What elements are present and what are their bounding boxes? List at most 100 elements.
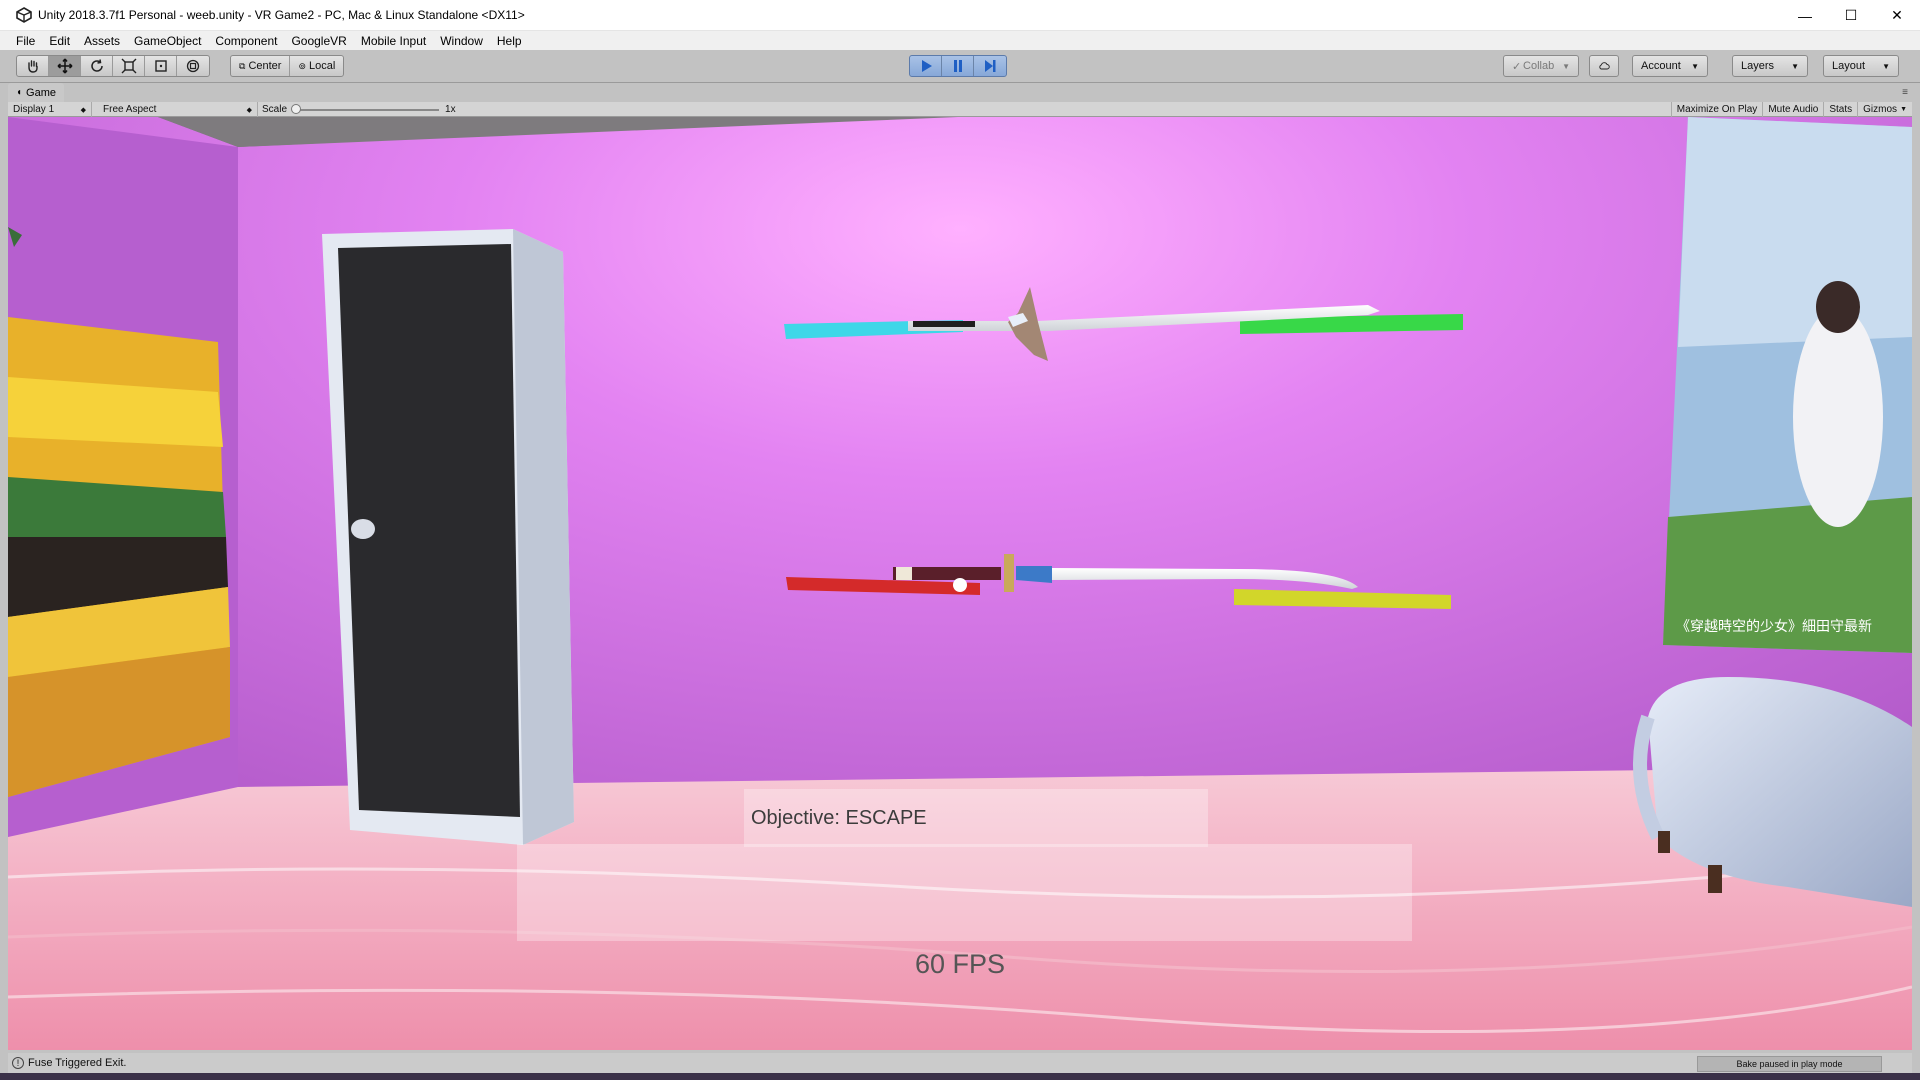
display-dropdown[interactable]: Display 1 ◆ (8, 102, 92, 117)
menu-assets[interactable]: Assets (77, 34, 127, 48)
game-tab-row: ◖ Game ≡ (8, 83, 1912, 102)
os-taskbar-edge (0, 1073, 1920, 1080)
window-title: Unity 2018.3.7f1 Personal - weeb.unity -… (38, 8, 525, 22)
cloud-button[interactable] (1589, 55, 1619, 77)
pivot-local-label: Local (309, 60, 336, 72)
pivot-local-button[interactable]: ⊚ Local (290, 56, 343, 76)
lower-sword-guard (1004, 554, 1014, 592)
tab-game[interactable]: ◖ Game (8, 83, 65, 102)
chair-leg-2 (1708, 865, 1722, 893)
game-view-toolbar: Display 1 ◆ Free Aspect ◆ Scale 1x Maxim… (8, 102, 1912, 117)
menu-bar: File Edit Assets GameObject Component Go… (0, 31, 1920, 50)
gaze-reticle (953, 578, 967, 592)
scale-value: 1x (445, 104, 456, 115)
play-icon (921, 60, 932, 72)
rotate-tool-button[interactable] (81, 56, 113, 76)
scale-icon (121, 58, 136, 74)
window-titlebar: Unity 2018.3.7f1 Personal - weeb.unity -… (0, 0, 1920, 31)
display-caret-icon: ◆ (80, 106, 86, 114)
aspect-label: Free Aspect (103, 104, 157, 115)
layers-caret-icon: ▼ (1791, 61, 1799, 71)
collab-label: Collab (1523, 60, 1555, 72)
layout-dropdown[interactable]: Layout ▼ (1823, 55, 1899, 77)
gizmos-dropdown[interactable]: Gizmos ▼ (1857, 102, 1912, 117)
right-poster-figure-head (1816, 281, 1860, 333)
menu-googlevr[interactable]: GoogleVR (284, 34, 353, 48)
tab-menu-icon[interactable]: ≡ (1902, 87, 1908, 98)
step-icon (985, 60, 996, 72)
account-label: Account (1641, 60, 1681, 72)
menu-gameobject[interactable]: GameObject (127, 34, 208, 48)
maximize-button[interactable]: ☐ (1828, 0, 1874, 31)
transform-icon (186, 59, 200, 73)
cloud-icon (1599, 62, 1610, 70)
rect-tool-button[interactable] (145, 56, 177, 76)
pause-button[interactable] (942, 56, 974, 76)
pivot-local-icon: ⊚ (298, 60, 307, 71)
pivot-center-icon: ⧉ (239, 60, 246, 71)
chair-leg (1658, 831, 1670, 853)
door-knob[interactable] (351, 519, 375, 539)
objective-text: Objective: ESCAPE (751, 806, 927, 829)
layers-label: Layers (1741, 60, 1775, 72)
play-button[interactable] (910, 56, 942, 76)
fps-counter: 60 FPS (914, 949, 1006, 979)
scale-slider[interactable] (291, 103, 440, 114)
aspect-dropdown[interactable]: Free Aspect ◆ (98, 102, 258, 117)
unity-logo-icon (16, 7, 32, 23)
hand-tool-button[interactable] (17, 56, 49, 76)
account-caret-icon: ▼ (1691, 61, 1699, 71)
menu-window[interactable]: Window (433, 34, 490, 48)
right-poster-figure (1793, 307, 1883, 527)
scale-tool-button[interactable] (113, 56, 145, 76)
menu-component[interactable]: Component (208, 34, 284, 48)
step-button[interactable] (974, 56, 1006, 76)
mute-audio-toggle[interactable]: Mute Audio (1762, 102, 1823, 117)
game-viewport[interactable]: 《穿越時空的少女》細田守最新 Objective: ESCAPE 60 FPS (8, 117, 1912, 1050)
aspect-caret-icon: ◆ (246, 106, 252, 114)
menu-edit[interactable]: Edit (42, 34, 77, 48)
menu-mobile-input[interactable]: Mobile Input (354, 34, 433, 48)
pivot-toggles: ⧉ Center ⊚ Local (230, 55, 345, 77)
move-icon (57, 58, 72, 74)
transform-tool-button[interactable] (177, 56, 209, 76)
scale-control: Scale 1x (262, 102, 456, 117)
close-button[interactable]: ✕ (1874, 0, 1920, 31)
stats-toggle[interactable]: Stats (1823, 102, 1857, 117)
layers-dropdown[interactable]: Layers ▼ (1732, 55, 1808, 77)
account-dropdown[interactable]: Account ▼ (1632, 55, 1708, 77)
layout-caret-icon: ▼ (1882, 61, 1890, 71)
pivot-center-label: Center (248, 60, 282, 72)
layout-label: Layout (1832, 60, 1866, 72)
menu-file[interactable]: File (0, 34, 42, 48)
rotate-icon (90, 59, 103, 72)
collab-check-icon: ✓ (1512, 60, 1522, 73)
gizmos-label: Gizmos (1863, 104, 1898, 115)
console-status[interactable]: ! Fuse Triggered Exit. Bake paused in pl… (8, 1053, 1912, 1073)
minimize-button[interactable]: — (1782, 0, 1828, 31)
bake-status: Bake paused in play mode (1697, 1056, 1882, 1072)
scale-label: Scale (262, 104, 288, 115)
pivot-center-button[interactable]: ⧉ Center (231, 56, 291, 76)
main-toolbar: ⧉ Center ⊚ Local ✓ Collab ▼ Account ▼ La… (0, 50, 1920, 83)
hand-icon (27, 60, 38, 73)
menu-help[interactable]: Help (490, 34, 529, 48)
gizmos-caret-icon: ▼ (1900, 106, 1907, 113)
rect-icon (154, 60, 167, 72)
collab-caret-icon: ▼ (1562, 61, 1570, 71)
scale-slider-thumb[interactable] (291, 103, 302, 114)
display-label: Display 1 (13, 104, 55, 115)
maximize-on-play-toggle[interactable]: Maximize On Play (1670, 102, 1763, 117)
objective-panel: Objective: ESCAPE (744, 789, 1208, 847)
play-controls (909, 55, 1007, 77)
move-tool-button[interactable] (49, 56, 81, 76)
hud-info-panel (517, 844, 1412, 941)
tab-game-label: Game (26, 86, 57, 99)
collab-dropdown[interactable]: ✓ Collab ▼ (1503, 55, 1579, 77)
info-icon: ! (12, 1057, 24, 1069)
game-controller-icon: ◖ (16, 87, 23, 98)
lower-sword-pommel (896, 567, 912, 580)
upper-sword-handle (913, 321, 975, 327)
transform-tools (16, 55, 210, 77)
right-poster-caption: 《穿越時空的少女》細田守最新 (1676, 618, 1872, 635)
